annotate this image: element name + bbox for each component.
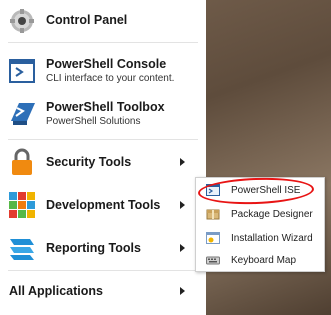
powershell-toolbox-icon: [8, 100, 36, 128]
menu-item-subtitle: PowerShell Solutions: [46, 116, 141, 127]
menu-item-control-panel[interactable]: Control Panel: [0, 5, 206, 35]
divider: [8, 139, 198, 140]
menu-item-title: PowerShell Toolbox: [46, 100, 165, 114]
menu-item-title: PowerShell Console: [46, 57, 167, 71]
keyboard-icon: [206, 256, 220, 265]
chevron-right-icon: [180, 244, 185, 252]
start-menu: Control Panel PowerShell Console CLI int…: [0, 0, 206, 315]
lock-icon: [8, 148, 36, 176]
powershell-console-icon: [8, 57, 36, 85]
reporting-icon: [8, 234, 36, 262]
divider: [8, 42, 198, 43]
all-applications-label: All Applications: [9, 284, 103, 298]
menu-item-development-tools[interactable]: Development Tools: [0, 189, 206, 221]
chevron-right-icon: [180, 158, 185, 166]
installation-wizard-icon: [206, 232, 220, 244]
menu-item-subtitle: CLI interface to your content.: [46, 73, 175, 84]
divider: [8, 270, 198, 271]
chevron-right-icon: [180, 201, 185, 209]
submenu-item-label: Keyboard Map: [231, 254, 297, 266]
submenu-item-installation-wizard[interactable]: Installation Wizard: [196, 227, 324, 249]
menu-item-powershell-toolbox[interactable]: PowerShell Toolbox PowerShell Solutions: [0, 96, 206, 132]
chevron-right-icon: [180, 287, 185, 295]
menu-item-reporting-tools[interactable]: Reporting Tools: [0, 232, 206, 264]
package-icon: [206, 209, 220, 220]
submenu-item-label: Installation Wizard: [231, 232, 313, 244]
menu-item-all-applications[interactable]: All Applications: [0, 280, 206, 302]
submenu-item-keyboard-map[interactable]: Keyboard Map: [196, 249, 324, 271]
submenu-item-package-designer[interactable]: Package Designer: [196, 203, 324, 225]
submenu-item-label: Package Designer: [231, 208, 313, 220]
menu-item-powershell-console[interactable]: PowerShell Console CLI interface to your…: [0, 53, 206, 89]
menu-item-security-tools[interactable]: Security Tools: [0, 146, 206, 178]
menu-item-title: Control Panel: [46, 13, 128, 27]
development-blocks-icon: [8, 191, 36, 219]
gear-icon: [8, 6, 36, 34]
menu-item-title: Reporting Tools: [46, 241, 141, 255]
menu-item-title: Security Tools: [46, 155, 132, 169]
menu-item-title: Development Tools: [46, 198, 161, 212]
